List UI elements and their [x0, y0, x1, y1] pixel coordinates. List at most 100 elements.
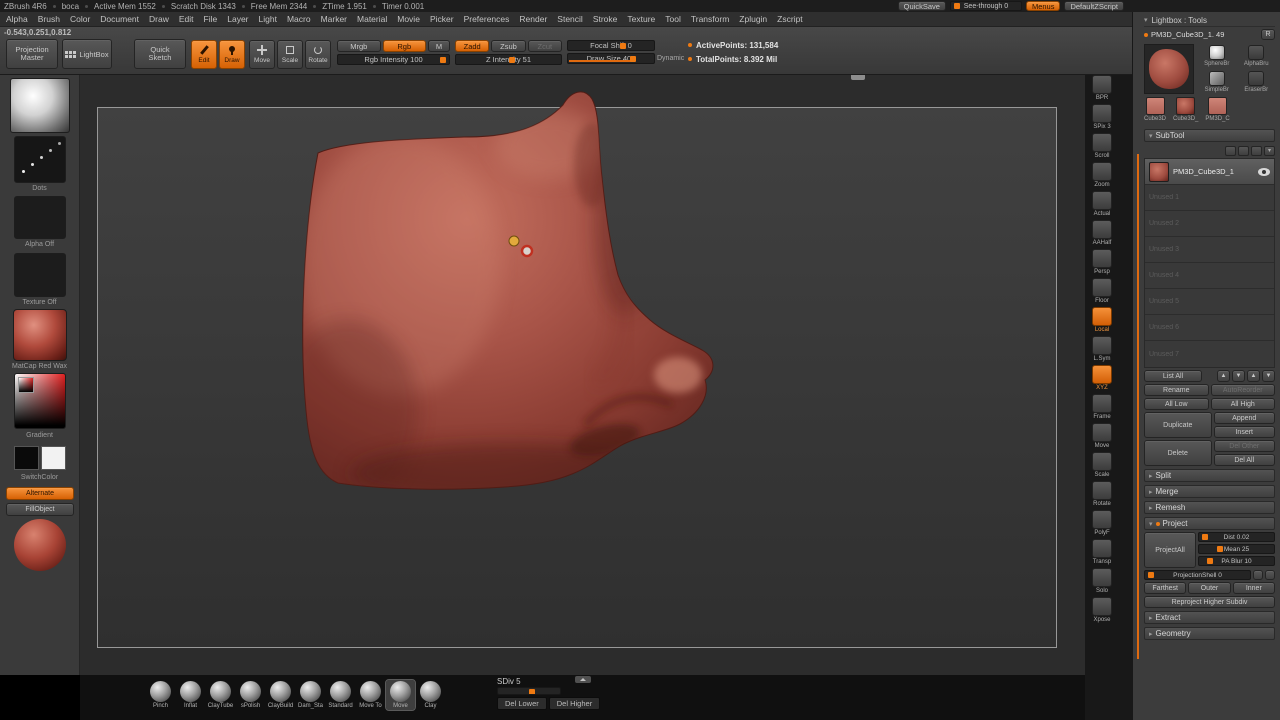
right-shelf-item[interactable]: Scroll — [1087, 133, 1117, 159]
draw-button[interactable]: Draw — [219, 40, 245, 69]
current-tool-thumbnail[interactable] — [1144, 44, 1194, 94]
project-all-button[interactable]: ProjectAll — [1144, 532, 1196, 568]
z-intensity-slider[interactable]: Z Intensity 51 — [455, 54, 562, 65]
right-shelf-item[interactable]: Zoom — [1087, 162, 1117, 188]
menu-item[interactable]: Marker — [321, 14, 347, 24]
sdiv-slider[interactable] — [497, 687, 561, 695]
inner-button[interactable]: Inner — [1232, 582, 1275, 594]
right-shelf-item[interactable]: PolyF — [1087, 510, 1117, 536]
right-shelf-item[interactable]: SPix 3 — [1087, 104, 1117, 130]
dynamic-toggle[interactable]: Dynamic — [657, 53, 684, 64]
color-picker-inner-swatch[interactable] — [18, 377, 34, 393]
lightbox-button[interactable]: LightBox — [62, 39, 112, 69]
subtool-row[interactable]: Unused 6 — [1145, 315, 1274, 341]
subtool-section-header[interactable]: ▾ SubTool — [1144, 129, 1275, 142]
insert-button[interactable]: Insert — [1213, 426, 1275, 438]
menu-item[interactable]: Edit — [179, 14, 194, 24]
outer-button[interactable]: Outer — [1188, 582, 1231, 594]
draw-size-knob[interactable] — [629, 56, 636, 62]
mean-slider[interactable]: Mean 25 — [1198, 544, 1275, 554]
subtool-view-icon-1[interactable] — [1225, 145, 1236, 156]
menu-item[interactable]: Draw — [149, 14, 169, 24]
alternate-button[interactable]: Alternate — [6, 487, 74, 500]
switch-color-secondary-swatch[interactable] — [41, 446, 66, 470]
menus-button[interactable]: Menus — [1025, 1, 1061, 11]
subtool-view-icon-2[interactable] — [1238, 145, 1249, 156]
document-canvas[interactable] — [80, 75, 1085, 675]
rename-button[interactable]: Rename — [1144, 384, 1209, 396]
brush-quick-item[interactable]: Move To — [356, 680, 385, 710]
quick-tool-item[interactable]: EraserBr — [1238, 70, 1276, 94]
m-button[interactable]: M — [428, 40, 450, 52]
right-shelf-item[interactable]: Floor — [1087, 278, 1117, 304]
menu-item[interactable]: Texture — [627, 14, 655, 24]
right-shelf-item[interactable]: Scale — [1087, 452, 1117, 478]
append-button[interactable]: Append — [1213, 412, 1275, 424]
quick-tool-item[interactable]: SphereBr — [1198, 44, 1236, 68]
menu-item[interactable]: Render — [519, 14, 547, 24]
subtool-row[interactable]: Unused 3 — [1145, 237, 1274, 263]
menu-item[interactable]: Macro — [287, 14, 311, 24]
menu-item[interactable]: Preferences — [464, 14, 510, 24]
list-all-button[interactable]: List All — [1144, 370, 1202, 382]
brush-quick-item[interactable]: ClayBuild — [266, 680, 295, 710]
switch-color-primary-swatch[interactable] — [14, 446, 39, 470]
all-high-button[interactable]: All High — [1210, 398, 1275, 410]
subtool-row[interactable]: Unused 2 — [1145, 211, 1274, 237]
current-brush-thumbnail[interactable] — [10, 78, 70, 133]
mrgb-button[interactable]: Mrgb — [337, 40, 381, 52]
del-other-button[interactable]: Del Other — [1213, 440, 1275, 452]
zsub-button[interactable]: Zsub — [491, 40, 526, 52]
right-shelf-item[interactable]: Actual — [1087, 191, 1117, 217]
subtool-row[interactable]: Unused 7 — [1145, 341, 1274, 367]
fill-object-preview-sphere[interactable] — [14, 519, 66, 571]
reproject-higher-subdiv-button[interactable]: Reproject Higher Subdiv — [1144, 596, 1275, 608]
menu-item[interactable]: Stroke — [593, 14, 618, 24]
restore-config-button[interactable]: R — [1261, 29, 1275, 40]
current-stroke-thumbnail[interactable] — [14, 136, 66, 183]
extract-section-header[interactable]: ▸ Extract — [1144, 611, 1275, 624]
subtool-view-dropdown[interactable]: ▾ — [1264, 145, 1275, 156]
pa-blur-slider[interactable]: PA Blur 10 — [1198, 556, 1275, 566]
right-shelf-item[interactable]: XYZ — [1087, 365, 1117, 391]
brush-quick-item[interactable]: Pinch — [146, 680, 175, 710]
subtool-move-down-button[interactable]: ▼ — [1262, 370, 1275, 382]
duplicate-button[interactable]: Duplicate — [1144, 412, 1212, 438]
right-shelf-item[interactable]: Local — [1087, 307, 1117, 333]
menu-item[interactable]: Transform — [691, 14, 729, 24]
subtool-view-icon-3[interactable] — [1251, 145, 1262, 156]
right-shelf-item[interactable]: L.Sym — [1087, 336, 1117, 362]
menu-item[interactable]: Stencil — [557, 14, 583, 24]
menu-item[interactable]: Document — [100, 14, 139, 24]
z-intensity-knob[interactable] — [508, 57, 515, 63]
current-texture-thumbnail[interactable] — [14, 253, 66, 297]
menu-item[interactable]: Movie — [397, 14, 420, 24]
right-shelf-item[interactable]: AAHalf — [1087, 220, 1117, 246]
projection-master-button[interactable]: Projection Master — [6, 39, 58, 69]
dist-knob[interactable] — [1202, 534, 1208, 540]
merge-section-header[interactable]: ▸ Merge — [1144, 485, 1275, 498]
all-low-button[interactable]: All Low — [1144, 398, 1209, 410]
remesh-section-header[interactable]: ▸ Remesh — [1144, 501, 1275, 514]
canvas-top-divider-handle[interactable] — [851, 75, 865, 80]
color-picker[interactable] — [14, 373, 66, 429]
right-shelf-item[interactable]: Rotate — [1087, 481, 1117, 507]
focal-shift-knob[interactable] — [619, 43, 626, 49]
rgb-button[interactable]: Rgb — [382, 40, 426, 52]
subtool-select-up-button[interactable]: ▲ — [1217, 370, 1230, 382]
mean-knob[interactable] — [1217, 546, 1223, 552]
menu-item[interactable]: Zplugin — [739, 14, 767, 24]
sdiv-knob[interactable] — [529, 689, 535, 694]
menu-item[interactable]: Brush — [38, 14, 60, 24]
menu-item[interactable]: Picker — [430, 14, 454, 24]
right-shelf-item[interactable]: Frame — [1087, 394, 1117, 420]
del-lower-button[interactable]: Del Lower — [497, 697, 547, 710]
zadd-button[interactable]: Zadd — [455, 40, 490, 52]
subtool-row[interactable]: Unused 1 — [1145, 185, 1274, 211]
recent-tool-item[interactable]: Cube3D_ — [1173, 97, 1198, 122]
farthest-button[interactable]: Farthest — [1144, 582, 1187, 594]
focal-shift-slider[interactable]: Focal Shift 0 — [567, 40, 655, 51]
right-shelf-item[interactable]: Xpose — [1087, 597, 1117, 623]
fill-object-button[interactable]: FillObject — [6, 503, 74, 516]
delete-button[interactable]: Delete — [1144, 440, 1212, 466]
